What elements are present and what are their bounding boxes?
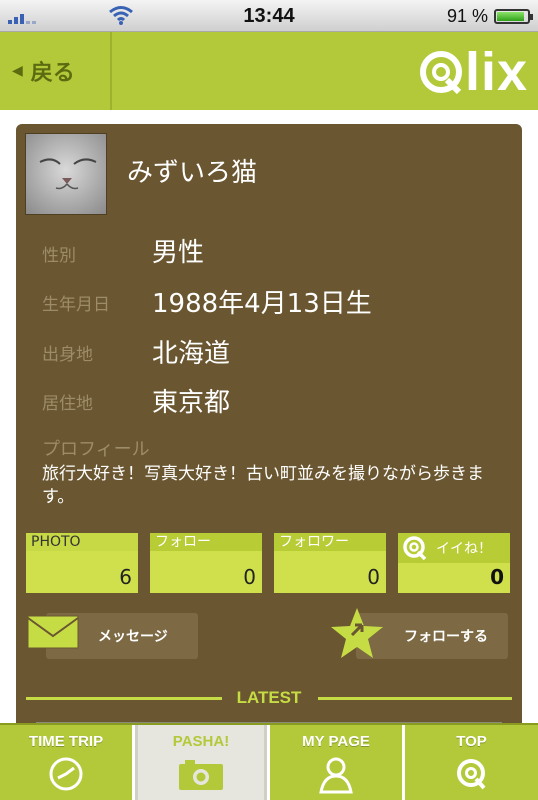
stat-photo-label: PHOTO (26, 533, 138, 551)
stat-follower-value: 0 (367, 565, 380, 589)
latest-label: LATEST (236, 688, 302, 707)
avatar (25, 133, 107, 215)
follow-button-label: フォローする (404, 629, 488, 645)
birthdate-label: 生年月日 (42, 295, 110, 315)
stat-follow-label: フォロー (150, 533, 262, 551)
tab-pasha[interactable]: PASHA! (135, 725, 267, 800)
stat-like-value: 0 (490, 565, 504, 589)
back-button-label: 戻る (30, 61, 75, 86)
tab-my-page-label: MY PAGE (302, 733, 370, 750)
profile-label: プロフィール (42, 439, 150, 460)
profile-name: みずいろ猫 (127, 158, 258, 188)
user-icon (319, 757, 353, 794)
qlix-logo: lix (419, 44, 528, 100)
gender-label: 性別 (42, 246, 76, 266)
status-bar: 13:44 91 % (0, 0, 538, 32)
stat-photo-value: 6 (119, 565, 132, 589)
mail-icon (27, 615, 79, 649)
tab-time-trip-label: TIME TRIP (28, 733, 104, 750)
header-bar: ◀ 戻る lix (0, 32, 538, 110)
stat-like[interactable]: イイね！ 0 (398, 533, 510, 593)
battery-percent: 91 % (446, 6, 488, 26)
tab-bar: TIME TRIP PASHA! MY PAGE TOP (0, 723, 538, 800)
stat-follow[interactable]: フォロー 0 (150, 533, 262, 593)
stat-like-label: イイね！ (436, 541, 492, 557)
cat-face-icon (39, 158, 97, 190)
profile-card: みずいろ猫 性別 男性 生年月日 1988年4月13日生 出身地 北海道 居住地… (16, 124, 522, 744)
clock-icon (49, 757, 83, 791)
message-button-label: メッセージ (98, 629, 168, 645)
tab-top[interactable]: TOP (405, 725, 538, 800)
stat-follower[interactable]: フォロワー 0 (274, 533, 386, 593)
battery-icon (494, 9, 533, 24)
stat-follow-value: 0 (243, 565, 256, 589)
stat-photo[interactable]: PHOTO 6 (26, 533, 138, 593)
hometown-label: 出身地 (42, 345, 93, 365)
tab-time-trip[interactable]: TIME TRIP (0, 725, 132, 800)
residence-label: 居住地 (42, 394, 93, 414)
camera-icon (179, 760, 223, 790)
qlix-like-icon (403, 536, 427, 561)
tab-pasha-label: PASHA! (172, 733, 230, 750)
tab-my-page[interactable]: MY PAGE (270, 725, 402, 800)
profile-text: 旅行大好き！写真大好き！古い町並みを撮りながら歩きます。 (42, 464, 484, 507)
residence-value: 東京都 (152, 388, 231, 418)
back-arrow-icon: ◀ (12, 63, 23, 79)
gender-value: 男性 (152, 238, 205, 268)
birthdate-value: 1988年4月13日生 (152, 289, 372, 319)
tab-top-label: TOP (456, 733, 487, 750)
logo-text: lix (464, 42, 528, 102)
hometown-value: 北海道 (152, 339, 231, 369)
qlix-icon (456, 759, 485, 790)
back-button[interactable]: ◀ 戻る (0, 32, 112, 110)
stat-follower-label: フォロワー (274, 533, 386, 551)
qlix-logo-icon (419, 51, 462, 94)
star-arrow-icon (331, 608, 383, 658)
latest-divider: LATEST (26, 688, 512, 708)
